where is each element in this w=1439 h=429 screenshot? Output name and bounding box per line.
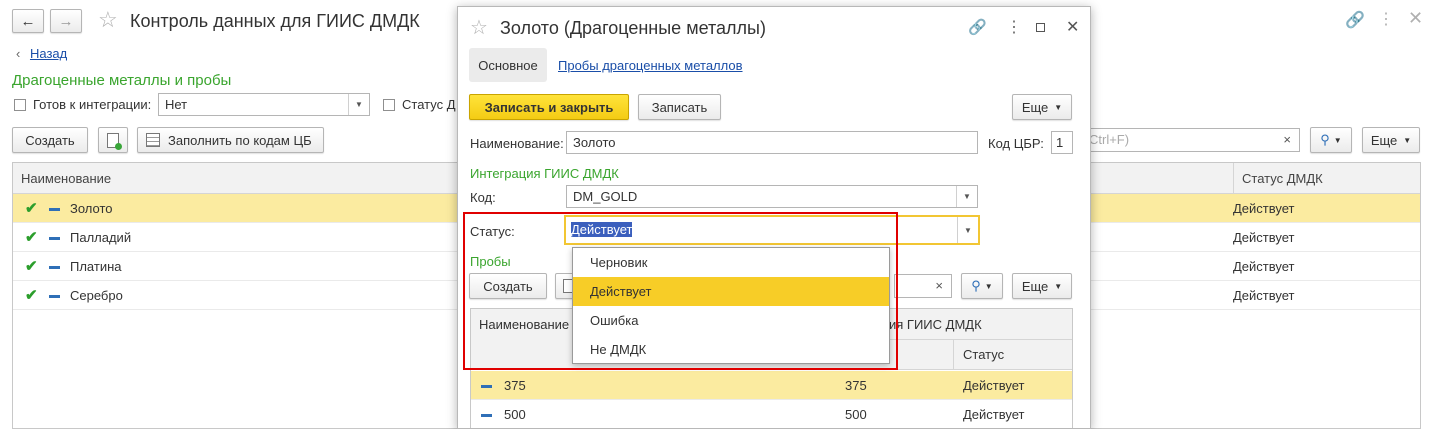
tab-main[interactable]: Основное bbox=[469, 48, 547, 82]
add-copy-button[interactable] bbox=[98, 127, 128, 153]
window-link-icon[interactable]: 🔗 bbox=[1345, 10, 1365, 30]
code-label: Код: bbox=[470, 190, 496, 205]
main-search-button[interactable]: ⚲ ▼ bbox=[1310, 127, 1352, 153]
search-icon: ⚲ bbox=[971, 278, 981, 293]
page-title: Контроль данных для ГИИС ДМДК bbox=[130, 11, 420, 31]
status-dropdown-list: Черновик Действует Ошибка Не ДМДК bbox=[572, 247, 890, 364]
check-icon: ✔ bbox=[25, 200, 38, 217]
assays-search-input[interactable]: × bbox=[894, 274, 952, 298]
row-marker-icon bbox=[481, 371, 492, 400]
menu-icon[interactable]: ⋮ bbox=[1006, 17, 1022, 37]
arrow-left-icon: ← bbox=[20, 12, 36, 30]
ready-select[interactable]: Нет ▼ bbox=[158, 93, 370, 116]
chevron-down-icon[interactable]: ▼ bbox=[957, 217, 978, 243]
assays-section-title: Пробы bbox=[470, 254, 511, 269]
save-button[interactable]: Записать bbox=[638, 94, 721, 120]
arrow-right-icon: → bbox=[58, 12, 74, 30]
ready-checkbox[interactable] bbox=[14, 99, 26, 111]
assays-create-button[interactable]: Создать bbox=[469, 273, 547, 299]
fill-by-cb-codes-button[interactable]: Заполнить по кодам ЦБ bbox=[137, 127, 324, 153]
table-row[interactable]: 500 500 Действует bbox=[471, 400, 1072, 428]
save-and-close-button[interactable]: Записать и закрыть bbox=[469, 94, 629, 120]
chevron-down-icon[interactable]: ▼ bbox=[348, 94, 369, 115]
chevron-down-icon: ▼ bbox=[984, 281, 993, 291]
cbr-code-label: Код ЦБР: bbox=[988, 136, 1044, 151]
dialog-title: Золото (Драгоценные металлы) bbox=[500, 18, 766, 38]
main-search-input[interactable]: Ctrl+F) × bbox=[1082, 128, 1300, 152]
column-header-name[interactable]: Наименование bbox=[479, 317, 569, 332]
chevron-down-icon: ▼ bbox=[1333, 135, 1342, 145]
main-more-button[interactable]: Еще ▼ bbox=[1362, 127, 1420, 153]
chevron-down-icon: ▼ bbox=[1054, 102, 1063, 112]
name-field[interactable]: Золото bbox=[566, 131, 978, 154]
dropdown-option-error[interactable]: Ошибка bbox=[573, 306, 889, 335]
row-marker-icon bbox=[481, 400, 492, 428]
table-row[interactable]: 375 375 Действует bbox=[471, 371, 1072, 400]
column-header-status[interactable]: Статус bbox=[963, 347, 1004, 362]
window-menu-icon[interactable]: ⋮ bbox=[1378, 9, 1394, 29]
code-select[interactable]: DM_GOLD ▼ bbox=[566, 185, 978, 208]
row-marker-icon bbox=[49, 194, 60, 223]
name-label: Наименование: bbox=[470, 136, 564, 151]
forward-nav-button[interactable]: → bbox=[50, 9, 82, 33]
row-marker-icon bbox=[49, 223, 60, 252]
tab-assays[interactable]: Пробы драгоценных металлов bbox=[558, 58, 743, 73]
check-icon: ✔ bbox=[25, 258, 38, 275]
clear-search-icon[interactable]: × bbox=[1283, 132, 1291, 147]
row-marker-icon bbox=[49, 252, 60, 281]
element-dialog: ☆ Золото (Драгоценные металлы) 🔗 ⋮ ✕ Осн… bbox=[457, 6, 1091, 429]
window-close-icon[interactable]: ✕ bbox=[1408, 8, 1423, 29]
table-fill-icon bbox=[146, 133, 160, 147]
dialog-more-button[interactable]: Еще ▼ bbox=[1012, 94, 1072, 120]
assays-more-button[interactable]: Еще ▼ bbox=[1012, 273, 1072, 299]
dropdown-option-draft[interactable]: Черновик bbox=[573, 248, 889, 277]
assays-search-button[interactable]: ⚲ ▼ bbox=[961, 273, 1003, 299]
back-link[interactable]: ‹ Назад bbox=[16, 46, 67, 61]
link-icon[interactable]: 🔗 bbox=[968, 18, 987, 36]
back-nav-button[interactable]: ← bbox=[12, 9, 44, 33]
column-header-status[interactable]: Статус ДМДК bbox=[1233, 163, 1323, 194]
favorite-star-icon[interactable]: ☆ bbox=[470, 15, 488, 40]
section-title: Драгоценные металлы и пробы bbox=[12, 72, 232, 89]
ready-label: Готов к интеграции: bbox=[33, 97, 152, 112]
status-filter-label: Статус Д bbox=[402, 97, 456, 112]
dropdown-option-not-dmdk[interactable]: Не ДМДК bbox=[573, 335, 889, 364]
clear-search-icon[interactable]: × bbox=[935, 278, 943, 293]
status-label: Статус: bbox=[470, 224, 515, 239]
chevron-down-icon: ▼ bbox=[1054, 281, 1063, 291]
integration-section-title: Интеграция ГИИС ДМДК bbox=[470, 166, 619, 181]
status-checkbox[interactable] bbox=[383, 99, 395, 111]
column-header-name[interactable]: Наименование bbox=[21, 163, 111, 194]
document-add-icon bbox=[107, 132, 122, 150]
create-button[interactable]: Создать bbox=[12, 127, 88, 153]
check-icon: ✔ bbox=[25, 287, 38, 304]
cbr-code-field[interactable]: 1 bbox=[1051, 131, 1073, 154]
chevron-down-icon: ▼ bbox=[1403, 135, 1412, 145]
status-select[interactable]: Действует ▼ bbox=[564, 215, 980, 245]
maximize-icon[interactable] bbox=[1036, 23, 1045, 32]
chevron-left-icon: ‹ bbox=[16, 46, 21, 61]
chevron-down-icon[interactable]: ▼ bbox=[956, 186, 977, 207]
check-icon: ✔ bbox=[25, 229, 38, 246]
dropdown-option-active[interactable]: Действует bbox=[573, 277, 889, 306]
favorite-star-icon[interactable]: ☆ bbox=[98, 7, 118, 33]
close-icon[interactable]: ✕ bbox=[1066, 17, 1079, 37]
row-marker-icon bbox=[49, 281, 60, 310]
search-icon: ⚲ bbox=[1320, 132, 1330, 147]
column-header-integration: ия ГИИС ДМДК bbox=[889, 317, 982, 332]
